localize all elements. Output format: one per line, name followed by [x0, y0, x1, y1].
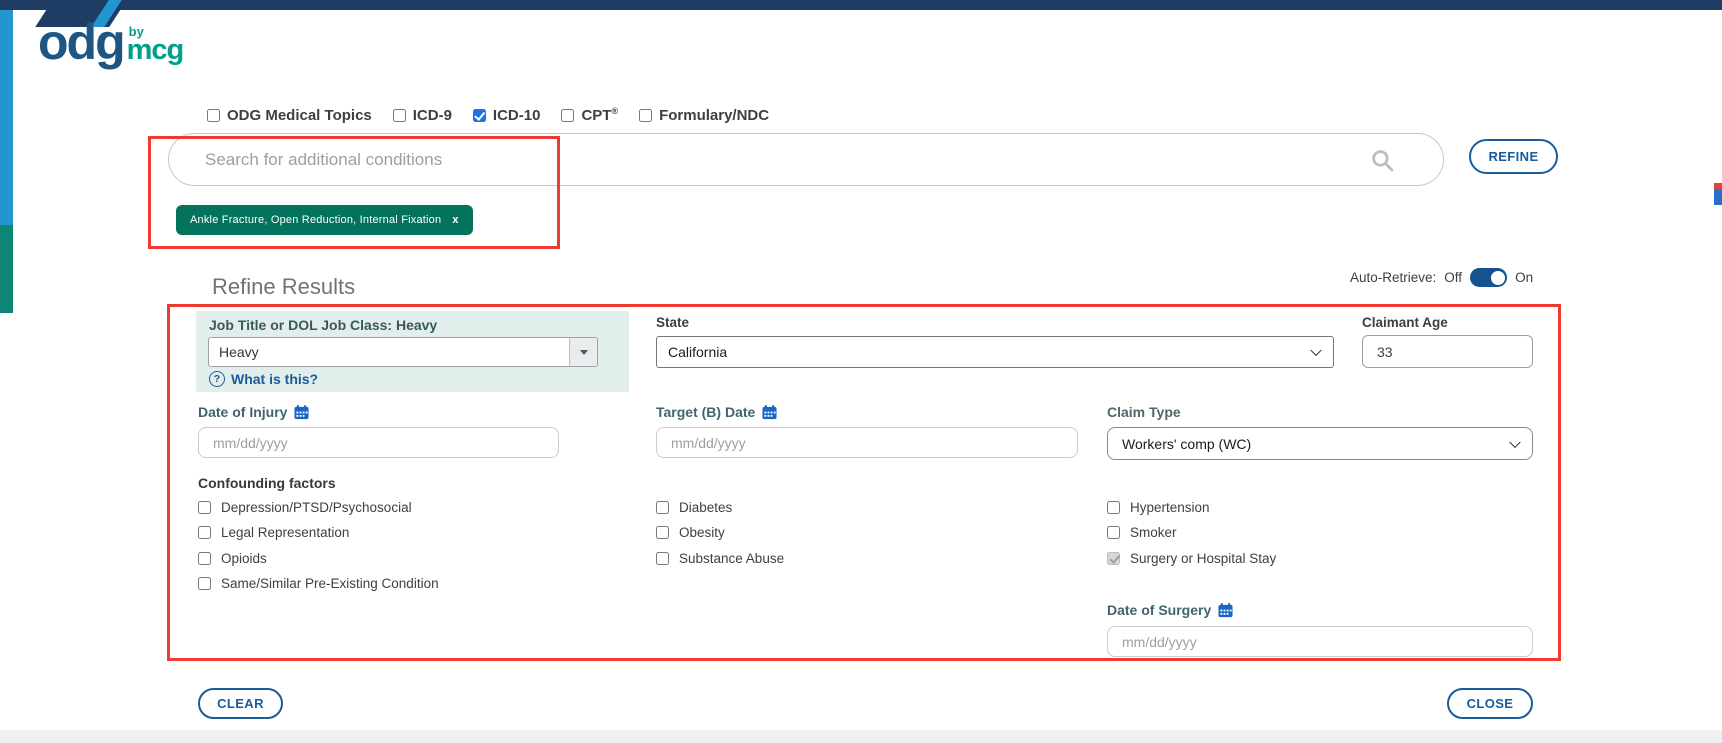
checkbox[interactable] [1107, 526, 1120, 539]
checkbox-label: Obesity [679, 525, 725, 540]
chevron-down-icon [1509, 436, 1520, 447]
target-b-date-input[interactable] [656, 427, 1078, 458]
checkbox-legal-representation[interactable]: Legal Representation [198, 524, 349, 541]
refine-button[interactable]: REFINE [1469, 139, 1558, 174]
checkbox-label: Opioids [221, 551, 267, 566]
search-bar [168, 133, 1444, 186]
checkbox-label: Hypertension [1130, 500, 1210, 515]
confounding-factors-title: Confounding factors [198, 475, 336, 491]
chevron-down-icon [1310, 345, 1321, 356]
formulary-ndc-checkbox[interactable] [639, 109, 652, 122]
left-blue-stripe [0, 10, 13, 225]
left-teal-stripe [0, 225, 13, 313]
condition-chip[interactable]: Ankle Fracture, Open Reduction, Internal… [176, 205, 473, 235]
filter-cpt[interactable]: CPT® [561, 106, 618, 124]
checkbox-same-similar-pre-existing-condition[interactable]: Same/Similar Pre-Existing Condition [198, 575, 439, 592]
checkbox-hypertension[interactable]: Hypertension [1107, 499, 1210, 516]
what-is-this-text: What is this? [231, 371, 318, 387]
bottom-gray-band [0, 730, 1722, 743]
date-of-injury-label: Date of Injury [198, 404, 309, 420]
state-label: State [656, 315, 689, 330]
checkbox-opioids[interactable]: Opioids [198, 550, 267, 567]
claim-type-value: Workers' comp (WC) [1122, 436, 1251, 452]
claimant-age-label: Claimant Age [1362, 315, 1448, 330]
checkbox[interactable] [198, 552, 211, 565]
question-circle-icon: ? [209, 371, 225, 387]
state-value: California [668, 344, 727, 360]
date-of-injury-input[interactable] [198, 427, 559, 458]
checkbox-label: Legal Representation [221, 525, 349, 540]
target-b-date-label: Target (B) Date [656, 404, 777, 420]
checkbox-diabetes[interactable]: Diabetes [656, 499, 732, 516]
claim-type-label: Claim Type [1107, 404, 1181, 420]
checkbox-label: Same/Similar Pre-Existing Condition [221, 576, 439, 591]
condition-chip-label: Ankle Fracture, Open Reduction, Internal… [190, 214, 441, 226]
chip-remove-icon[interactable]: x [452, 214, 458, 226]
filter-label: ICD-10 [493, 107, 541, 124]
checkbox-substance-abuse[interactable]: Substance Abuse [656, 550, 784, 567]
filter-icd-9[interactable]: ICD-9 [393, 107, 452, 124]
filter-label: ODG Medical Topics [227, 107, 372, 124]
calendar-icon[interactable] [1218, 603, 1233, 618]
state-select[interactable]: California [656, 336, 1334, 368]
date-of-surgery-input[interactable] [1107, 626, 1533, 657]
checkbox-label: Substance Abuse [679, 551, 784, 566]
calendar-icon[interactable] [762, 405, 777, 420]
icd-9-checkbox[interactable] [393, 109, 406, 122]
calendar-icon[interactable] [294, 405, 309, 420]
edge-artifact-blue [1714, 189, 1722, 205]
job-class-label: Job Title or DOL Job Class: Heavy [209, 317, 437, 333]
auto-retrieve-on-label: On [1515, 270, 1533, 285]
icd-10-checkbox[interactable] [473, 109, 486, 122]
top-navy-bar [0, 0, 1722, 10]
checkbox-label: Smoker [1130, 525, 1177, 540]
checkbox[interactable] [198, 501, 211, 514]
clear-button[interactable]: CLEAR [198, 688, 283, 719]
logo-mcg-text: mcg [127, 38, 184, 63]
auto-retrieve-toggle[interactable] [1470, 268, 1507, 287]
auto-retrieve-label: Auto-Retrieve: [1350, 270, 1436, 285]
auto-retrieve-control: Auto-Retrieve: Off On [1350, 268, 1533, 287]
search-input[interactable] [205, 135, 1355, 184]
page: odg by mcg ODG Medical Topics ICD-9 ICD-… [0, 0, 1722, 743]
refine-results-title: Refine Results [212, 274, 355, 300]
odg-by-mcg-logo: odg by mcg [38, 20, 183, 65]
checkbox-label: Diabetes [679, 500, 732, 515]
checkbox-smoker[interactable]: Smoker [1107, 524, 1177, 541]
odg-medical-topics-checkbox[interactable] [207, 109, 220, 122]
checkbox-surgery-or-hospital-stay: Surgery or Hospital Stay [1107, 550, 1276, 567]
job-class-dropdown-button[interactable] [569, 338, 597, 366]
filter-label: ICD-9 [413, 107, 452, 124]
checkbox[interactable] [1107, 501, 1120, 514]
checkbox-label: Depression/PTSD/Psychosocial [221, 500, 412, 515]
filter-formulary-ndc[interactable]: Formulary/NDC [639, 107, 769, 124]
category-filter-row: ODG Medical Topics ICD-9 ICD-10 CPT® For… [207, 106, 769, 124]
auto-retrieve-off-label: Off [1444, 270, 1462, 285]
checkbox[interactable] [198, 577, 211, 590]
date-of-surgery-label: Date of Surgery [1107, 602, 1233, 618]
claimant-age-input[interactable] [1362, 335, 1533, 368]
search-icon[interactable] [1370, 148, 1395, 173]
logo-odg-text: odg [38, 20, 124, 65]
checkbox[interactable] [656, 501, 669, 514]
checkbox-label: Surgery or Hospital Stay [1130, 551, 1276, 566]
toggle-knob [1491, 271, 1505, 285]
what-is-this-link[interactable]: ? What is this? [209, 371, 318, 387]
checkbox[interactable] [198, 526, 211, 539]
cpt-checkbox[interactable] [561, 109, 574, 122]
checkbox[interactable] [656, 526, 669, 539]
filter-label: Formulary/NDC [659, 107, 769, 124]
checkbox[interactable] [656, 552, 669, 565]
dropdown-arrow-icon [580, 350, 588, 355]
claim-type-select[interactable]: Workers' comp (WC) [1107, 427, 1533, 460]
job-class-combobox[interactable]: Heavy [208, 337, 598, 367]
filter-label: CPT® [581, 106, 618, 124]
filter-odg-medical-topics[interactable]: ODG Medical Topics [207, 107, 372, 124]
checkbox-obesity[interactable]: Obesity [656, 524, 725, 541]
checkbox-depression-ptsd-psychosocial[interactable]: Depression/PTSD/Psychosocial [198, 499, 412, 516]
job-class-value: Heavy [209, 338, 569, 366]
checkbox [1107, 552, 1120, 565]
close-button[interactable]: CLOSE [1447, 688, 1533, 719]
filter-icd-10[interactable]: ICD-10 [473, 107, 541, 124]
